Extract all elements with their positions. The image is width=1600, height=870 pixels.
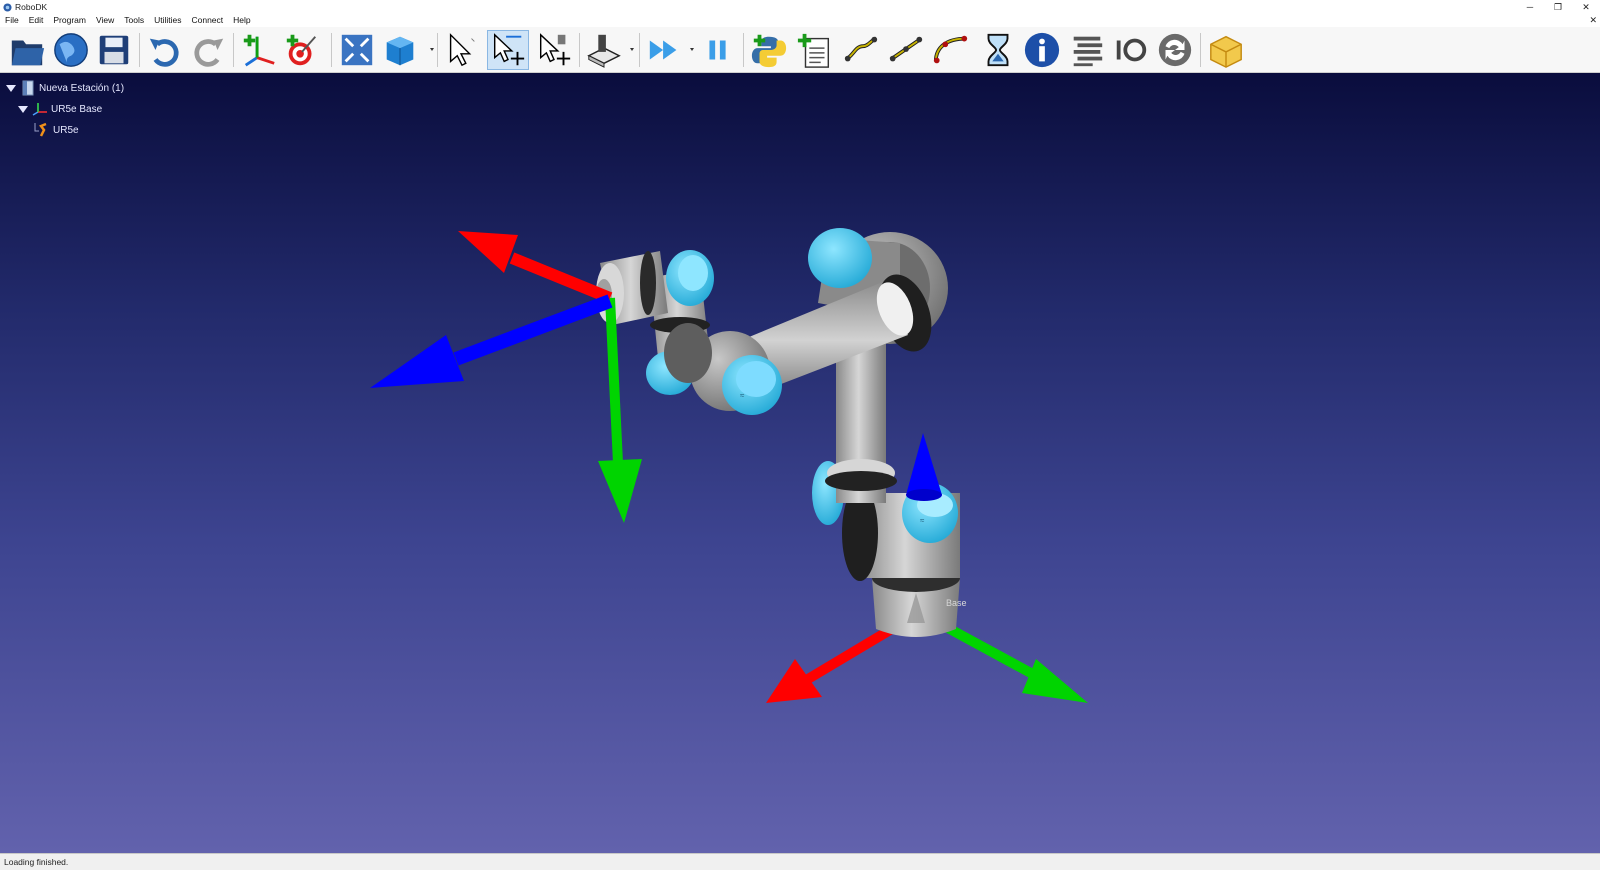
collapse-arrow-icon[interactable] bbox=[18, 105, 28, 113]
move-joint-icon[interactable] bbox=[840, 30, 882, 70]
collapse-arrow-icon[interactable] bbox=[6, 84, 16, 92]
base-axis-z-arrow bbox=[906, 433, 942, 501]
cut-object-icon[interactable] bbox=[583, 30, 625, 70]
move-tool-icon[interactable] bbox=[533, 30, 575, 70]
move-circular-icon[interactable] bbox=[930, 30, 972, 70]
robot-arm-icon bbox=[34, 122, 47, 137]
web-library-icon[interactable] bbox=[50, 30, 92, 70]
close-station-icon[interactable]: ✕ bbox=[1589, 14, 1597, 27]
move-linear-icon[interactable] bbox=[885, 30, 927, 70]
minimize-button[interactable]: ─ bbox=[1516, 0, 1544, 14]
robot-scene[interactable]: Base ≈ ≈ bbox=[0, 73, 1600, 853]
pause-icon[interactable] bbox=[697, 30, 739, 70]
save-icon[interactable] bbox=[93, 30, 135, 70]
add-reference-frame-icon[interactable] bbox=[238, 30, 280, 70]
add-target-icon[interactable] bbox=[281, 30, 323, 70]
upper-arm-link bbox=[825, 343, 897, 503]
menu-view[interactable]: View bbox=[91, 14, 119, 27]
python-program-icon[interactable] bbox=[748, 30, 790, 70]
base-axis-x-arrow bbox=[766, 625, 893, 703]
pause-instruction-icon[interactable] bbox=[977, 30, 1019, 70]
tool-axis-y-arrow bbox=[598, 297, 642, 523]
set-tool-icon[interactable] bbox=[1066, 30, 1108, 70]
reference-frame-icon bbox=[32, 103, 47, 116]
menu-bar: File Edit Program View Tools Utilities C… bbox=[0, 14, 1600, 27]
menu-file[interactable]: File bbox=[0, 14, 24, 27]
iso-view-cube-icon[interactable] bbox=[379, 30, 421, 70]
tree-item-robot[interactable]: UR5e bbox=[34, 121, 79, 139]
close-button[interactable]: ✕ bbox=[1572, 0, 1600, 14]
menu-help[interactable]: Help bbox=[228, 14, 255, 27]
tree-base-label: UR5e Base bbox=[51, 103, 103, 115]
menu-program[interactable]: Program bbox=[48, 14, 91, 27]
fit-all-icon[interactable] bbox=[336, 30, 378, 70]
svg-text:≈: ≈ bbox=[740, 391, 745, 400]
base-axis-y-arrow bbox=[945, 623, 1088, 703]
menu-connect[interactable]: Connect bbox=[186, 14, 228, 27]
tree-robot-label: UR5e bbox=[53, 124, 79, 136]
run-fast-icon[interactable] bbox=[644, 30, 686, 70]
robodk-logo-icon bbox=[3, 2, 12, 12]
tree-item-station[interactable]: Nueva Estación (1) bbox=[6, 79, 124, 97]
select-icon[interactable] bbox=[441, 30, 483, 70]
station-icon bbox=[22, 80, 34, 96]
move-reference-icon[interactable] bbox=[487, 30, 529, 70]
package-icon[interactable] bbox=[1205, 30, 1247, 70]
menu-tools[interactable]: Tools bbox=[119, 14, 149, 27]
redo-icon[interactable] bbox=[187, 30, 229, 70]
base-label: Base bbox=[946, 598, 967, 608]
main-toolbar bbox=[0, 27, 1600, 73]
menu-utilities[interactable]: Utilities bbox=[149, 14, 186, 27]
window-title: RoboDK bbox=[15, 2, 48, 12]
add-program-icon[interactable] bbox=[794, 30, 836, 70]
info-icon[interactable] bbox=[1021, 30, 1063, 70]
undo-icon[interactable] bbox=[144, 30, 186, 70]
menu-edit[interactable]: Edit bbox=[24, 14, 49, 27]
restore-button[interactable]: ❐ bbox=[1544, 0, 1572, 14]
3d-viewport[interactable]: Base ≈ ≈ Nueva Estación (1) UR5e Base UR… bbox=[0, 73, 1600, 853]
title-bar: RoboDK ─ ❐ ✕ bbox=[0, 0, 1600, 14]
open-folder-icon[interactable] bbox=[6, 30, 48, 70]
status-bar: Loading finished. bbox=[0, 853, 1600, 870]
svg-text:≈: ≈ bbox=[920, 516, 925, 525]
tree-item-base[interactable]: UR5e Base bbox=[18, 100, 102, 118]
tree-station-label: Nueva Estación (1) bbox=[39, 82, 125, 94]
io-icon[interactable] bbox=[1110, 30, 1152, 70]
sync-icon[interactable] bbox=[1154, 30, 1196, 70]
tool-axis-z-arrow bbox=[370, 294, 613, 388]
status-text: Loading finished. bbox=[4, 857, 69, 867]
tool-axis-x-arrow bbox=[458, 231, 613, 304]
